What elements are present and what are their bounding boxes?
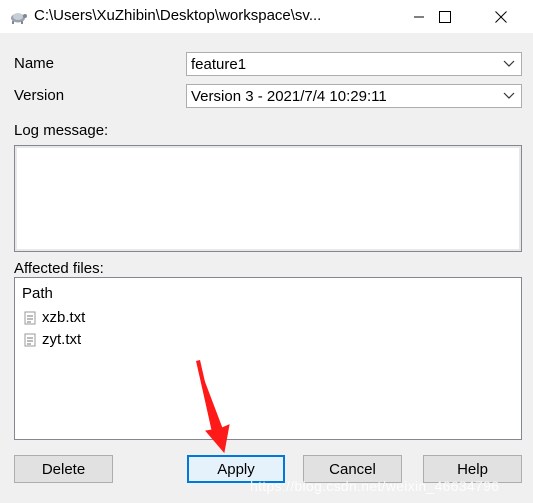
chevron-down-icon [503,60,515,67]
path-column-header[interactable]: Path [22,285,53,302]
title-bar: C:\Users\XuZhibin\Desktop\workspace\sv..… [0,0,533,33]
close-icon [495,10,507,23]
affected-files-list[interactable]: Path xzb.txt zyt.txt [14,277,522,440]
window-title: C:\Users\XuZhibin\Desktop\workspace\sv..… [34,7,322,24]
file-name: zyt.txt [42,331,82,348]
watermark-text: https://blog.csdn.net/weixin_46634796 [250,478,500,494]
maximize-button[interactable] [422,0,468,33]
maximize-icon [439,10,451,23]
delete-button[interactable]: Delete [14,455,113,483]
text-file-icon [24,311,36,325]
log-message-label: Log message: [14,122,109,139]
name-dropdown[interactable]: feature1 [186,52,522,76]
text-file-icon [24,333,36,347]
name-value: feature1 [191,56,247,73]
version-dropdown[interactable]: Version 3 - 2021/7/4 10:29:11 [186,84,522,108]
tortoise-icon [11,13,27,24]
file-name: xzb.txt [42,309,86,326]
close-button[interactable] [478,0,524,33]
log-message-input[interactable] [14,145,522,252]
version-value: Version 3 - 2021/7/4 10:29:11 [191,88,387,105]
version-label: Version [14,87,65,104]
chevron-down-icon [503,92,515,99]
affected-files-label: Affected files: [14,260,104,277]
name-label: Name [14,55,55,72]
